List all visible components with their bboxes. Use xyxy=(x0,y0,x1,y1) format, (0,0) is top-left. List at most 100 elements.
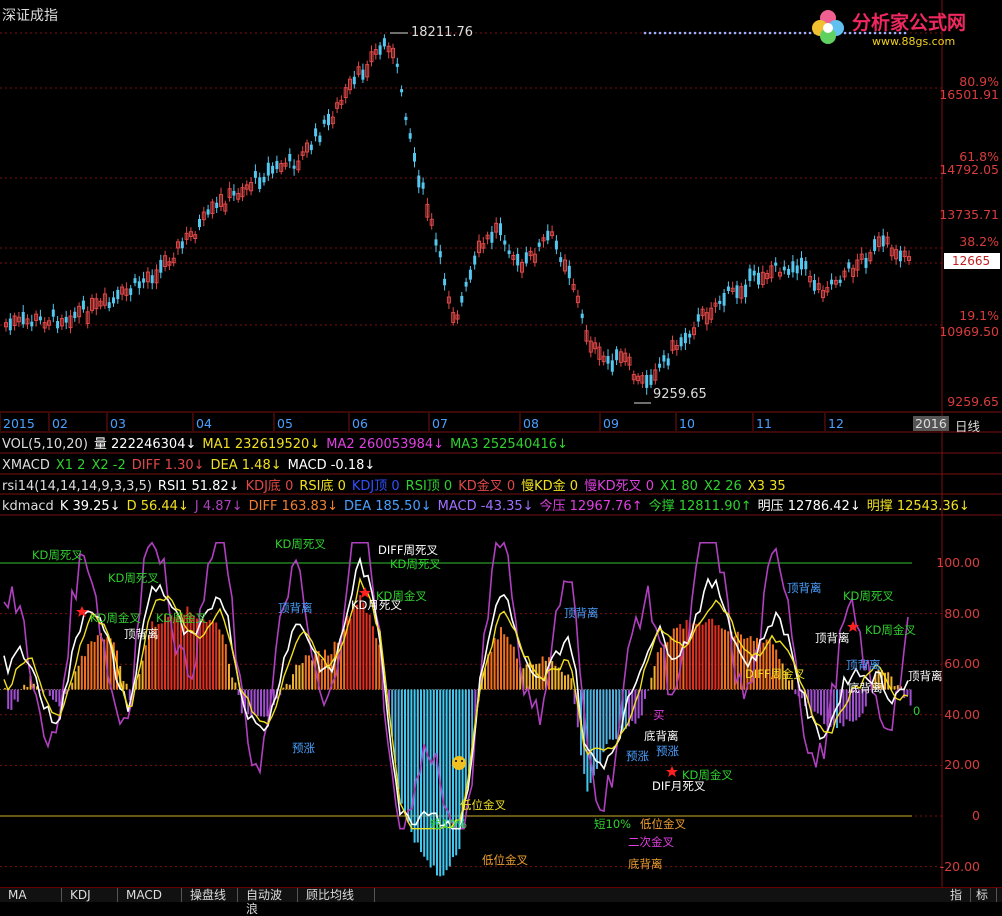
histogram-bar xyxy=(366,613,368,690)
smiley-eye xyxy=(455,760,457,762)
candle-body xyxy=(310,145,313,150)
tab-1[interactable]: MA xyxy=(0,888,62,902)
chart-title: 深证成指 xyxy=(2,5,58,25)
tab-5[interactable]: 自动波浪 xyxy=(238,888,298,902)
osc-axis-label: -20.00 xyxy=(940,859,980,874)
histogram-bar xyxy=(225,644,227,689)
candle-body xyxy=(318,136,321,143)
kdmacd-indicator-row: kdmacdK 39.25↓D 56.44↓J 4.87↓DIFF 163.83… xyxy=(2,498,976,516)
histogram-bar xyxy=(292,674,294,689)
smiley-eye xyxy=(461,760,463,762)
histogram-bar xyxy=(650,678,652,690)
histogram-bar xyxy=(378,645,380,690)
date-label: 04 xyxy=(196,416,212,431)
star-icon xyxy=(76,606,88,617)
date-label: 03 xyxy=(110,416,126,431)
histogram-bar xyxy=(660,648,662,690)
histogram-bar xyxy=(542,656,544,689)
candle-body xyxy=(503,241,506,245)
chart-annotation: KD周金叉 xyxy=(156,610,207,626)
candle-body xyxy=(465,282,468,287)
histogram-bar xyxy=(436,690,438,876)
histogram-bar xyxy=(238,690,240,695)
tab-8[interactable]: 标 xyxy=(968,888,997,902)
candle-body xyxy=(327,114,330,125)
histogram-bar xyxy=(510,644,512,689)
forecast-dot xyxy=(644,32,647,35)
rsi-value: RSI底 0 xyxy=(299,479,346,494)
forecast-dot xyxy=(759,32,762,35)
tab-7[interactable]: 指 xyxy=(942,888,971,902)
candle-body xyxy=(469,270,472,280)
histogram-bar xyxy=(718,625,720,689)
tab-2[interactable]: KDJ xyxy=(62,888,118,902)
rsi-value: RSI1 51.82↓ xyxy=(158,479,240,494)
histogram-bar xyxy=(202,619,204,689)
xmacd-value: MACD -0.18↓ xyxy=(288,458,376,473)
histogram-bar xyxy=(87,644,89,689)
histogram-bar xyxy=(161,623,163,689)
candle-body xyxy=(39,317,42,321)
date-label: 02 xyxy=(52,416,68,431)
histogram-bar xyxy=(407,690,409,823)
price-marker: 12665 xyxy=(944,253,1000,269)
candle-body xyxy=(658,364,661,368)
histogram-bar xyxy=(404,690,406,812)
candle-body xyxy=(404,117,407,120)
price-marker-value: 12665 xyxy=(952,254,990,268)
candle-body xyxy=(443,279,446,285)
chart-annotation: 顶背离 xyxy=(815,630,850,646)
histogram-bar xyxy=(564,675,566,689)
chart-annotation: 短10% xyxy=(594,816,631,832)
histogram-bar xyxy=(100,633,102,689)
histogram-bar xyxy=(282,688,284,690)
histogram-bar xyxy=(55,690,57,702)
forecast-dot xyxy=(664,32,667,35)
forecast-dot xyxy=(699,32,702,35)
chart-annotation: 低位金叉 xyxy=(482,852,528,868)
forecast-dot xyxy=(684,32,687,35)
chart-annotation: KD周金叉 xyxy=(865,622,916,638)
osc-axis-label: 0 xyxy=(972,808,980,823)
tab-4[interactable]: 操盘线 xyxy=(182,888,238,902)
histogram-bar xyxy=(705,622,707,689)
histogram-bar xyxy=(596,690,598,769)
kdmacd-value: 明压 12786.42↓ xyxy=(758,499,861,514)
histogram-bar xyxy=(567,674,569,689)
candle-body xyxy=(138,281,141,288)
histogram-bar xyxy=(727,631,729,689)
chart-annotation: 顶背离 xyxy=(564,605,599,621)
histogram-bar xyxy=(138,674,140,690)
histogram-bar xyxy=(266,690,268,717)
candle-body xyxy=(757,273,760,285)
forecast-dot xyxy=(649,32,652,35)
histogram-bar xyxy=(906,690,908,696)
histogram-bar xyxy=(526,665,528,690)
candle-body xyxy=(353,77,356,85)
histogram-bar xyxy=(698,622,700,689)
chart-annotation: 低位金叉 xyxy=(460,797,506,813)
high-label: 18211.76 xyxy=(411,25,473,40)
tab-6[interactable]: 顾比均线 xyxy=(298,888,375,902)
histogram-bar xyxy=(7,690,9,709)
histogram-bar xyxy=(305,655,307,689)
forecast-dot xyxy=(669,32,672,35)
forecast-dot xyxy=(714,32,717,35)
forecast-dot xyxy=(794,32,797,35)
histogram-bar xyxy=(321,659,323,690)
tab-3[interactable]: MACD xyxy=(118,888,182,902)
histogram-bar xyxy=(602,690,604,753)
histogram-bar xyxy=(670,636,672,689)
kdmacd-value: 今压 12967.76↑ xyxy=(540,499,643,514)
candle-body xyxy=(30,322,33,327)
xmacd-value: DIFF 1.30↓ xyxy=(132,458,205,473)
candle-body xyxy=(56,321,59,328)
chart-annotation: 顶背离 xyxy=(846,657,881,673)
chart-annotation: 买 xyxy=(653,707,665,723)
histogram-bar xyxy=(446,690,448,871)
histogram-bar xyxy=(820,690,822,716)
xmacd-value: XMACD xyxy=(2,458,50,473)
candle-body xyxy=(662,355,665,361)
histogram-bar xyxy=(97,635,99,689)
candle-body xyxy=(839,280,842,283)
